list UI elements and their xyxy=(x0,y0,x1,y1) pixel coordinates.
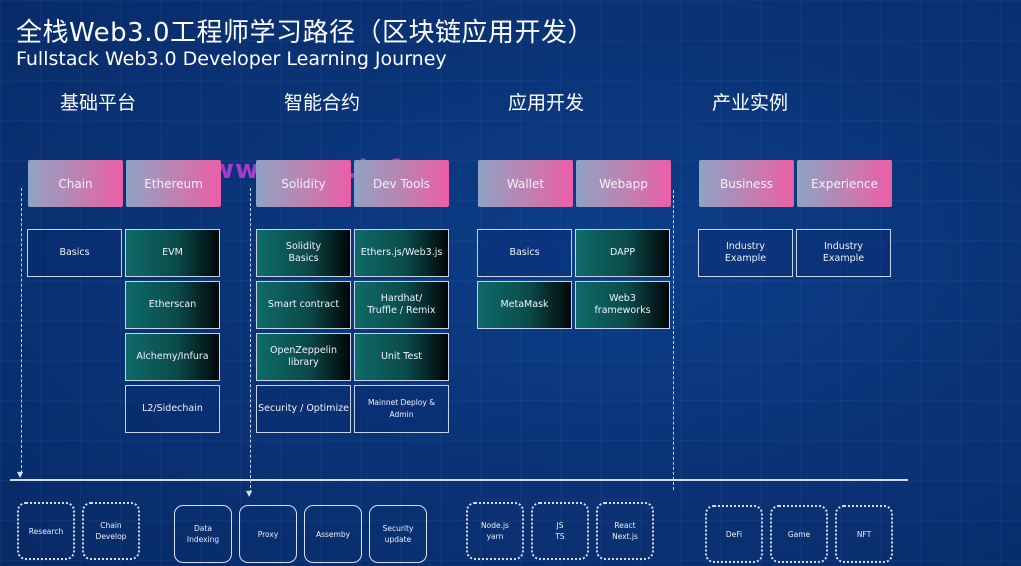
header-chain: Chain xyxy=(28,160,123,207)
dashed-connector xyxy=(250,188,251,493)
extension-box: Node.js yarn xyxy=(466,502,524,560)
extension-box: NFT xyxy=(835,505,893,563)
extension-box: DeFi xyxy=(705,505,763,563)
topic-box: DAPP xyxy=(575,229,670,277)
extension-box: Proxy xyxy=(239,505,297,563)
topic-box: Alchemy/Infura xyxy=(125,333,220,381)
topic-box: Basics xyxy=(27,229,122,277)
topic-box: MetaMask xyxy=(477,281,572,329)
topic-box: Basics xyxy=(477,229,572,277)
extension-box: Research xyxy=(17,502,75,560)
header-solidity: Solidity xyxy=(256,160,351,207)
section-title-industry: 产业实例 xyxy=(712,92,789,114)
topic-box: Security / Optimize xyxy=(256,385,351,433)
section-title-platform: 基础平台 xyxy=(60,92,137,114)
extension-box: Game xyxy=(770,505,828,563)
topic-box: OpenZeppelin library xyxy=(256,333,351,381)
section-title-app-dev: 应用开发 xyxy=(508,92,585,114)
dashed-connector xyxy=(21,188,22,473)
header-ethereum: Ethereum xyxy=(126,160,221,207)
extension-box: JS TS xyxy=(531,502,589,560)
topic-box: Smart contract xyxy=(256,281,351,329)
header-experience: Experience xyxy=(797,160,892,207)
topic-box: Industry Example xyxy=(796,229,891,277)
topic-box: Solidity Basics xyxy=(256,229,351,277)
arrow-down-icon: ▼ xyxy=(17,470,24,479)
topic-box: Hardhat/Truffle / Remix xyxy=(354,281,449,329)
topic-box: Mainnet Deploy & Admin xyxy=(354,385,449,433)
header-business: Business xyxy=(699,160,794,207)
header-webapp: Webapp xyxy=(576,160,671,207)
arrow-down-icon: ▼ xyxy=(246,489,253,498)
topic-box: Web3 frameworks xyxy=(575,281,670,329)
extension-box: Security update xyxy=(369,505,427,563)
section-title-smart-contract: 智能合约 xyxy=(284,92,361,114)
page-subtitle: Fullstack Web3.0 Developer Learning Jour… xyxy=(16,48,447,70)
page-title: 全栈Web3.0工程师学习路径（区块链应用开发） xyxy=(16,18,595,48)
topic-box: Unit Test xyxy=(354,333,449,381)
topic-box: EVM xyxy=(125,229,220,277)
extension-box: Chain Develop xyxy=(82,502,140,560)
topic-box: Ethers.js/Web3.js xyxy=(354,229,449,277)
dashed-connector xyxy=(673,190,674,490)
topic-box: L2/Sidechain xyxy=(125,385,220,433)
extension-box: React Next.js xyxy=(596,502,654,560)
header-wallet: Wallet xyxy=(478,160,573,207)
timeline-divider xyxy=(10,479,908,481)
extension-box: Assemby xyxy=(304,505,362,563)
topic-box: Etherscan xyxy=(125,281,220,329)
extension-box: Data Indexing xyxy=(174,505,232,563)
topic-box: Industry Example xyxy=(698,229,793,277)
header-dev-tools: Dev Tools xyxy=(354,160,449,207)
